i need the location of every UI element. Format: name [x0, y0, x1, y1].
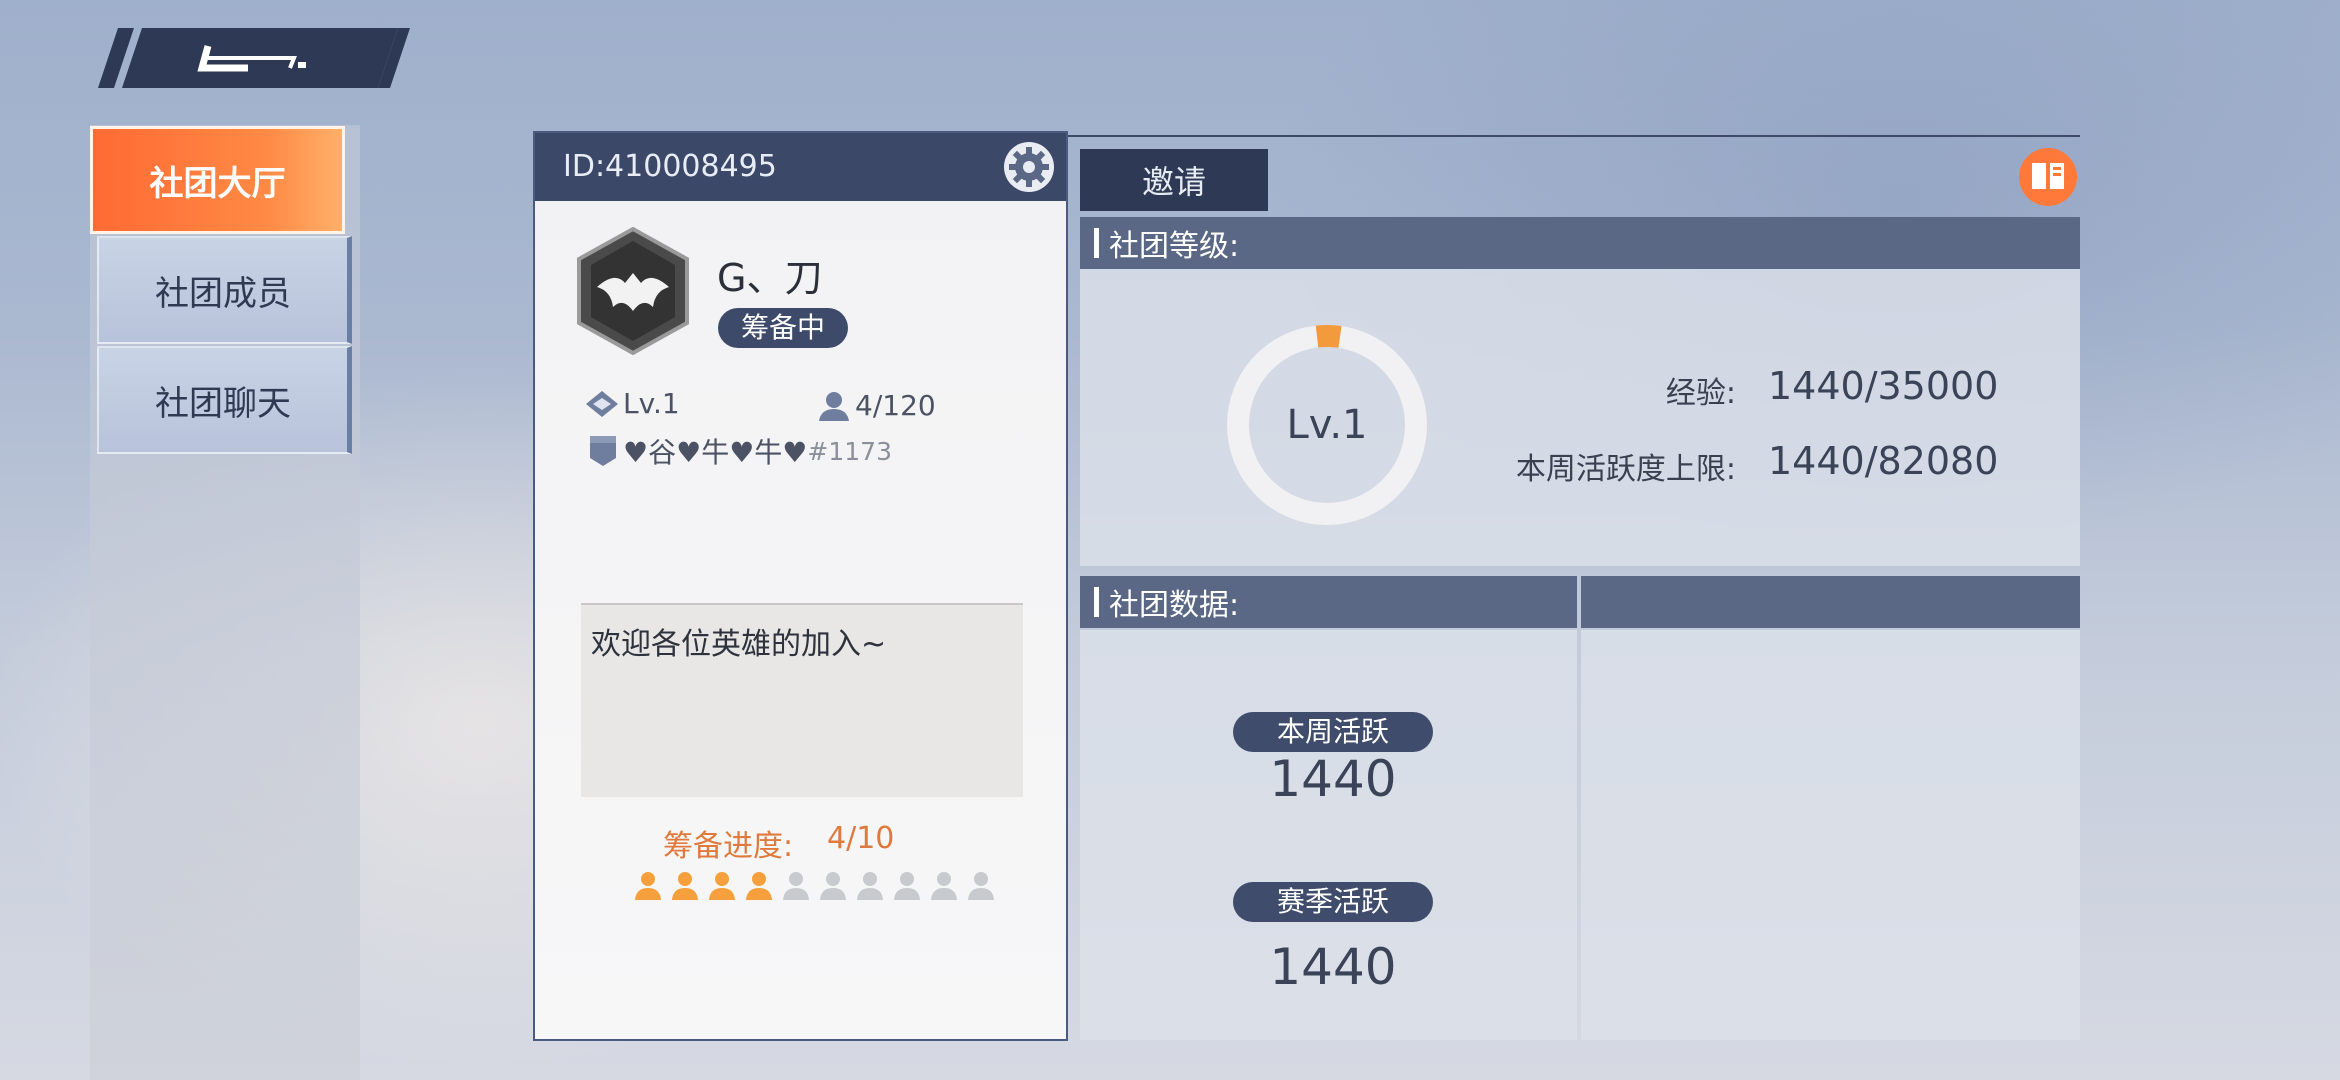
member-count-text: 4/120 — [855, 389, 936, 422]
header-bar — [1094, 587, 1099, 617]
owner-shield-icon — [590, 436, 616, 466]
progress-person-icon-empty — [820, 872, 846, 900]
weekly-activity-value: 1440 — [1269, 750, 1397, 808]
nav-item-members[interactable]: 社团成员 — [97, 236, 352, 344]
exp-value: 1440/35000 — [1768, 364, 1999, 408]
member-count-stat: 4/120 — [817, 389, 936, 422]
nav-item-chat[interactable]: 社团聊天 — [97, 346, 352, 454]
progress-person-icon-empty — [783, 872, 809, 900]
progress-person-icon-filled — [709, 872, 735, 900]
data-section-header: 社团数据: — [1080, 576, 1577, 628]
weekly-activity-label: 本周活跃 — [1233, 712, 1433, 752]
weekly-cap-value: 1440/82080 — [1768, 439, 1999, 483]
gear-icon[interactable] — [1003, 141, 1055, 193]
weekly-cap-label: 本周活跃度上限: — [1515, 452, 1736, 487]
status-badge: 筹备中 — [718, 308, 848, 348]
club-level-stat: Lv.1 — [585, 387, 680, 420]
progress-person-icon-empty — [931, 872, 957, 900]
book-icon[interactable] — [2018, 147, 2078, 207]
club-owner-stat: ♥谷♥牛♥牛♥ #1173 — [587, 431, 892, 471]
club-id: ID:410008495 — [563, 149, 777, 184]
level-section-header: 社团等级: — [1080, 217, 2080, 269]
data-section-header-right — [1581, 576, 2080, 628]
progress-person-icon-filled — [746, 872, 772, 900]
progress-person-icon-empty — [968, 872, 994, 900]
owner-name: ♥谷♥牛♥牛♥ — [623, 436, 808, 469]
nav-item-hall[interactable]: 社团大厅 — [90, 126, 345, 234]
back-banner-icon[interactable] — [98, 28, 414, 88]
season-activity-value: 1440 — [1269, 938, 1397, 996]
progress-person-icon-filled — [672, 872, 698, 900]
progress-label: 筹备进度: — [663, 829, 794, 864]
owner-tag: #1173 — [807, 436, 892, 466]
panel-top-line — [1068, 135, 2080, 137]
level-diamond-icon — [586, 390, 618, 417]
member-icon — [819, 391, 849, 421]
data-section-body-right — [1581, 630, 2080, 1040]
club-level-text: Lv.1 — [623, 387, 680, 420]
club-emblem-icon — [577, 227, 689, 355]
progress-person-icon-empty — [857, 872, 883, 900]
club-profile-card: ID:410008495 G、刀 筹备中 Lv.1 4/120 ♥谷♥牛♥牛♥ … — [533, 131, 1068, 1041]
profile-header: ID:410008495 — [535, 133, 1066, 201]
progress-value: 4/10 — [827, 821, 895, 856]
progress-person-icon-empty — [894, 872, 920, 900]
header-bar — [1094, 228, 1099, 258]
level-section-title: 社团等级: — [1109, 229, 1240, 264]
season-activity-label: 赛季活跃 — [1233, 882, 1433, 922]
data-section-title: 社团数据: — [1109, 588, 1240, 623]
progress-dots — [632, 869, 997, 901]
club-name: G、刀 — [717, 256, 823, 300]
progress-person-icon-filled — [635, 872, 661, 900]
club-description-box: 欢迎各位英雄的加入~ — [581, 603, 1023, 797]
invite-tab[interactable]: 邀请 — [1080, 149, 1268, 211]
club-description: 欢迎各位英雄的加入~ — [591, 627, 887, 662]
exp-label: 经验: — [1665, 376, 1736, 411]
level-ring-label: Lv.1 — [1286, 402, 1368, 448]
